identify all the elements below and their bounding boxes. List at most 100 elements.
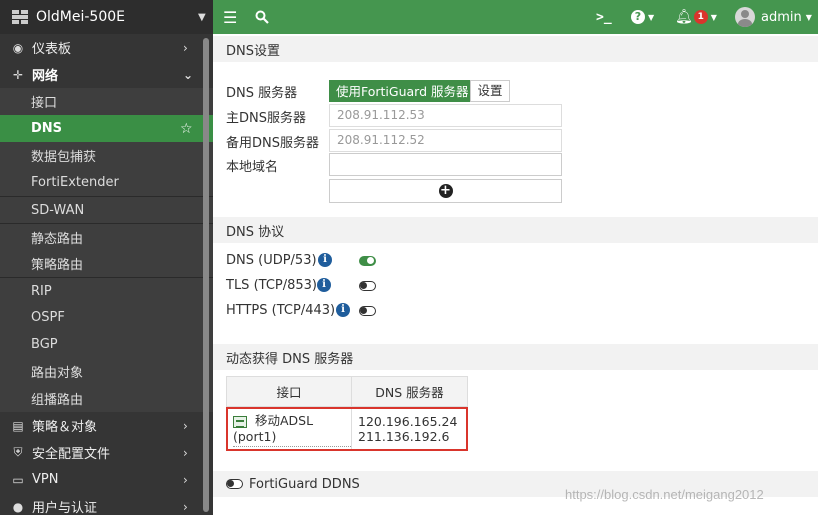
- protocol-label-udp: DNS (UDP/53): [226, 253, 317, 268]
- sidebar-item-label: 接口: [31, 96, 58, 111]
- add-domain-button[interactable]: +: [329, 179, 562, 203]
- sidebar-item-label: 静态路由: [31, 231, 84, 247]
- sidebar-item-packet-capture[interactable]: 数据包捕获: [0, 142, 213, 169]
- shield-icon: ⛨: [13, 445, 23, 459]
- sidebar-item-rip[interactable]: RIP: [0, 277, 213, 304]
- sidebar: OldMei-500E ▼ ◉ 仪表板 › ✛ 网络 ⌄ 接口 DNS ☆ 数据…: [0, 0, 213, 515]
- info-icon[interactable]: i: [336, 303, 350, 317]
- user-menu[interactable]: admin ▼: [735, 0, 812, 34]
- dns-server-label: DNS 服务器: [226, 86, 298, 101]
- primary-dns-field[interactable]: 208.91.112.53: [329, 104, 562, 127]
- sidebar-item-routing-objects[interactable]: 路由对象: [0, 358, 213, 385]
- use-fortiguard-button[interactable]: 使用FortiGuard 服务器: [329, 80, 476, 102]
- sidebar-scrollbar[interactable]: [203, 38, 209, 512]
- sidebar-item-label: RIP: [31, 283, 52, 299]
- caret-down-icon: ▼: [648, 12, 655, 22]
- hamburger-menu-icon[interactable]: ☰: [223, 0, 237, 34]
- ethernet-port-icon: [233, 415, 247, 428]
- https-toggle[interactable]: [359, 306, 376, 316]
- sidebar-item-network[interactable]: ✛ 网络 ⌄: [0, 61, 213, 88]
- help-menu[interactable]: ? ▼: [631, 0, 654, 34]
- interface-cell: 移动ADSL (port1): [226, 406, 352, 451]
- sidebar-item-label: VPN: [32, 472, 59, 487]
- caret-down-icon: ▼: [710, 12, 717, 22]
- column-header-interface[interactable]: 接口: [226, 376, 352, 407]
- caret-down-icon: ▼: [805, 12, 812, 22]
- sidebar-item-ospf[interactable]: OSPF: [0, 304, 213, 331]
- sidebar-item-security-profiles[interactable]: ⛨ 安全配置文件 ›: [0, 439, 213, 466]
- sidebar-item-label: DNS: [31, 121, 63, 136]
- dns-protocol-header: DNS 协议: [213, 217, 818, 243]
- top-bar: ☰ >_ ? ▼ 🔔︎ 1 ▼ admin ▼: [213, 0, 818, 34]
- sidebar-item-dns[interactable]: DNS ☆: [0, 115, 213, 142]
- udp-toggle[interactable]: [359, 256, 376, 266]
- chevron-right-icon: ›: [183, 472, 188, 487]
- sidebar-item-label: 策略＆对象: [32, 420, 98, 435]
- sidebar-item-interfaces[interactable]: 接口: [0, 88, 213, 115]
- sidebar-item-policy-routes[interactable]: 策略路由: [0, 250, 213, 277]
- chevron-right-icon: ›: [183, 418, 188, 433]
- avatar: [735, 7, 755, 27]
- notification-badge: 1: [693, 10, 708, 24]
- sidebar-item-label: SD-WAN: [31, 202, 85, 218]
- local-domain-label: 本地域名: [226, 160, 279, 175]
- protocol-label-tls: TLS (TCP/853): [226, 278, 317, 293]
- chevron-right-icon: ›: [183, 499, 188, 514]
- vpn-icon: ▭: [12, 472, 24, 487]
- chevron-down-icon: ⌄: [183, 67, 194, 82]
- sidebar-item-label: 策略路由: [31, 258, 84, 273]
- custom-dns-button[interactable]: 设置: [470, 80, 510, 102]
- main-content: DNS设置 DNS 服务器 使用FortiGuard 服务器 设置 主DNS服务…: [213, 34, 818, 515]
- question-circle-icon: ?: [631, 10, 645, 24]
- tls-toggle[interactable]: [359, 281, 376, 291]
- sidebar-item-bgp[interactable]: BGP: [0, 331, 213, 358]
- device-selector[interactable]: OldMei-500E ▼: [0, 0, 213, 34]
- plus-circle-icon: +: [438, 183, 453, 198]
- secondary-dns-field[interactable]: 208.91.112.52: [329, 129, 562, 152]
- dns-settings-header: DNS设置: [213, 36, 818, 62]
- sidebar-item-policy-objects[interactable]: ▤ 策略＆对象 ›: [0, 412, 213, 439]
- dns-server-cell: 120.196.165.24 211.136.192.6: [351, 406, 468, 451]
- column-header-dns-server[interactable]: DNS 服务器: [351, 376, 468, 407]
- sidebar-item-static-routes[interactable]: 静态路由: [0, 223, 213, 250]
- info-icon[interactable]: i: [318, 253, 332, 267]
- sidebar-item-label: 安全配置文件: [32, 447, 111, 462]
- sidebar-item-dashboard[interactable]: ◉ 仪表板 ›: [0, 34, 213, 61]
- sidebar-item-label: 组播路由: [31, 393, 84, 408]
- sidebar-item-multicast[interactable]: 组播路由: [0, 385, 213, 412]
- dynamic-dns-table: 接口 DNS 服务器 移动ADSL (port1) 120.196.165.24…: [226, 376, 468, 451]
- info-icon[interactable]: i: [317, 278, 331, 292]
- sidebar-item-fortiextender[interactable]: FortiExtender: [0, 169, 213, 196]
- fortigate-logo-icon: [12, 10, 28, 24]
- sidebar-item-sdwan[interactable]: SD-WAN: [0, 196, 213, 223]
- notifications-menu[interactable]: 🔔︎ 1 ▼: [675, 0, 717, 34]
- sidebar-item-label: FortiExtender: [31, 175, 119, 190]
- dashboard-icon: ◉: [12, 40, 24, 55]
- interface-chip: 移动ADSL (port1): [233, 410, 351, 447]
- sidebar-item-label: 仪表板: [32, 42, 72, 57]
- sidebar-item-label: 路由对象: [31, 366, 84, 381]
- sidebar-item-vpn[interactable]: ▭ VPN ›: [0, 466, 213, 493]
- dynamic-dns-header: 动态获得 DNS 服务器: [213, 344, 818, 370]
- sidebar-item-label: 用户与认证: [32, 501, 98, 515]
- local-domain-field[interactable]: [329, 153, 562, 176]
- chevron-right-icon: ›: [183, 445, 188, 460]
- sidebar-item-label: 网络: [32, 69, 59, 84]
- table-row[interactable]: 移动ADSL (port1) 120.196.165.24 211.136.19…: [226, 406, 468, 451]
- fortiguard-ddns-toggle[interactable]: [226, 479, 243, 489]
- secondary-dns-label: 备用DNS服务器: [226, 136, 319, 151]
- user-icon: ●: [12, 499, 24, 514]
- sidebar-item-label: 数据包捕获: [31, 150, 97, 165]
- cli-console-icon[interactable]: >_: [596, 0, 612, 34]
- dns-server-value: 120.196.165.24: [358, 413, 458, 429]
- search-icon[interactable]: [255, 0, 269, 34]
- watermark: https://blog.csdn.net/meigang2012: [565, 487, 764, 502]
- sidebar-item-user-auth[interactable]: ● 用户与认证 ›: [0, 493, 213, 515]
- network-icon: ✛: [12, 67, 24, 82]
- star-icon[interactable]: ☆: [180, 121, 193, 137]
- protocol-label-https: HTTPS (TCP/443): [226, 303, 336, 318]
- device-name: OldMei-500E: [36, 9, 125, 25]
- bell-icon: 🔔︎: [675, 9, 693, 25]
- caret-down-icon: ▼: [198, 12, 206, 23]
- dns-server-value: 211.136.192.6: [358, 428, 450, 444]
